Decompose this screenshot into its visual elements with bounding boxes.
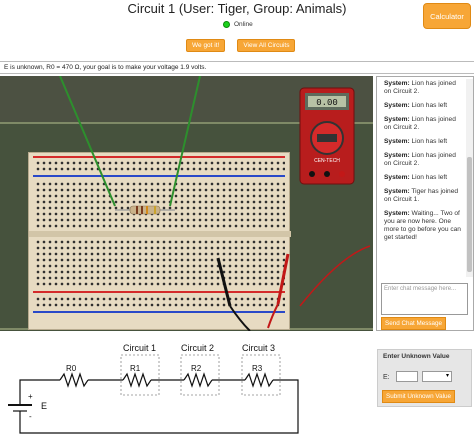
chat-panel: System: Lion has joined on Circuit 2. Sy… [376, 76, 474, 331]
circuit-2-label: Circuit 2 [181, 343, 214, 353]
r3-label: R3 [252, 364, 263, 373]
multimeter[interactable]: 0.00 CEN-TECH [299, 87, 355, 185]
e-value-input[interactable] [396, 371, 418, 382]
black-probe[interactable] [216, 257, 251, 331]
r1-label: R1 [130, 364, 141, 373]
unknown-title: Enter Unknown Value [383, 353, 450, 360]
resistor-component[interactable] [115, 205, 175, 215]
view-all-circuits-button[interactable]: View All Circuits [237, 39, 296, 52]
chat-message: System: Tiger has joined on Circuit 1. [384, 188, 459, 203]
unknown-value-panel: Enter Unknown Value E: ▾ Submit Unknown … [377, 349, 472, 407]
r1-resistor [122, 372, 152, 388]
e-field-label: E: [383, 374, 390, 381]
instruction-bar: E is unknown, R0 = 470 Ω, your goal is t… [0, 61, 474, 74]
chat-scrollbar[interactable] [466, 79, 473, 277]
chat-message: System: Lion has joined on Circuit 2. [384, 80, 456, 95]
chat-message: System: Lion has left [384, 138, 448, 145]
circuit-3-label: Circuit 3 [242, 343, 275, 353]
online-label: Online [234, 21, 253, 28]
chat-message: System: Lion has left [384, 174, 448, 181]
circuit-1-label: Circuit 1 [123, 343, 156, 353]
chat-scroll-thumb[interactable] [467, 157, 472, 272]
green-lead-right [169, 76, 201, 207]
online-status: Online [223, 21, 253, 28]
submit-unknown-button[interactable]: Submit Unknown Value [382, 390, 455, 403]
plus-label: + [28, 392, 33, 401]
e-source-label: E [41, 401, 47, 411]
r0-resistor [59, 372, 89, 388]
r2-resistor [183, 372, 213, 388]
red-probe[interactable] [267, 245, 371, 329]
lab-scene: 0.00 CEN-TECH [0, 76, 373, 331]
r0-label: R0 [66, 364, 77, 373]
header-buttons: We got it! View All Circuits [186, 39, 296, 52]
minus-label: - [29, 412, 32, 421]
multimeter-brand: CEN-TECH [314, 158, 340, 164]
green-lead-left [59, 76, 116, 207]
chat-input[interactable]: Enter chat message here... [381, 283, 468, 315]
calculator-button[interactable]: Calculator [423, 3, 471, 29]
page-title: Circuit 1 (User: Tiger, Group: Animals) [127, 1, 347, 16]
scene-overlay: 0.00 CEN-TECH [59, 76, 371, 331]
r2-label: R2 [191, 364, 202, 373]
chat-message: System: Lion has left [384, 102, 448, 109]
chat-message: System: Waiting... Two of you are now he… [384, 210, 461, 241]
circuit-diagram: Circuit 1 Circuit 2 Circuit 3 R0 R1 R2 R… [8, 343, 299, 434]
online-dot-icon [223, 21, 230, 28]
chat-message: System: Lion has joined on Circuit 2. [384, 152, 456, 167]
unit-select[interactable]: ▾ [422, 371, 452, 382]
send-chat-button[interactable]: Send Chat Message [381, 317, 447, 330]
we-got-it-button[interactable]: We got it! [186, 39, 226, 52]
multimeter-display: 0.00 [316, 98, 338, 108]
chat-messages: System: Lion has joined on Circuit 2. Sy… [379, 80, 465, 276]
r3-resistor [244, 372, 274, 388]
chat-message: System: Lion has joined on Circuit 2. [384, 116, 456, 131]
